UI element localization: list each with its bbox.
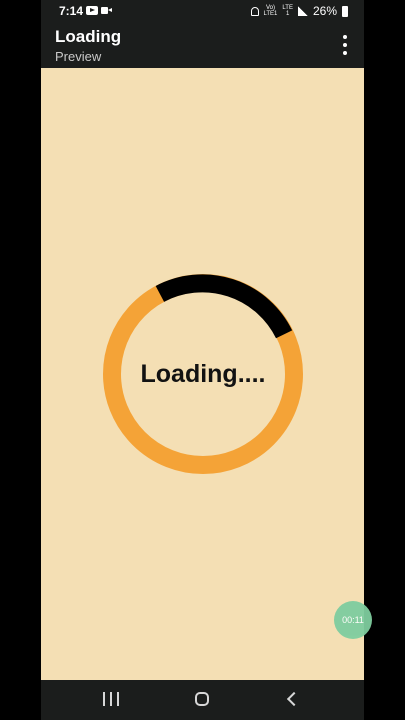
back-icon[interactable] <box>281 688 307 712</box>
status-time: 7:14 <box>59 4 84 18</box>
youtube-icon <box>86 6 98 15</box>
network-indicator-1: Vo) LTE1 <box>264 5 278 17</box>
battery-icon <box>342 5 348 17</box>
app-bar: Loading Preview <box>41 22 364 68</box>
app-subtitle: Preview <box>55 49 102 64</box>
network-indicator-2: LTE 1 <box>282 5 293 17</box>
timer-value: 00:11 <box>342 615 364 625</box>
more-vertical-icon[interactable] <box>336 35 354 55</box>
snapchat-icon <box>250 6 259 16</box>
recents-icon[interactable] <box>99 688 125 712</box>
phone-screen: 7:14 Vo) LTE1 LTE 1 26% Loading Preview <box>0 0 405 720</box>
network2-label-bottom: 1 <box>286 11 290 17</box>
content-area: Loading.... 00:11 <box>41 68 372 680</box>
home-icon[interactable] <box>189 688 215 712</box>
status-indicators: Vo) LTE1 LTE 1 26% <box>250 4 348 18</box>
video-camera-icon <box>101 7 112 14</box>
status-bar: 7:14 Vo) LTE1 LTE 1 26% <box>41 0 364 22</box>
loading-text: Loading.... <box>140 359 266 388</box>
timer-bubble[interactable]: 00:11 <box>334 601 372 639</box>
signal-icon <box>297 6 308 16</box>
navigation-bar <box>41 680 364 720</box>
circular-loader: Loading.... <box>101 272 305 476</box>
network-label-bottom: LTE1 <box>263 11 278 17</box>
app-title: Loading <box>55 27 122 46</box>
battery-percent: 26% <box>312 4 337 18</box>
